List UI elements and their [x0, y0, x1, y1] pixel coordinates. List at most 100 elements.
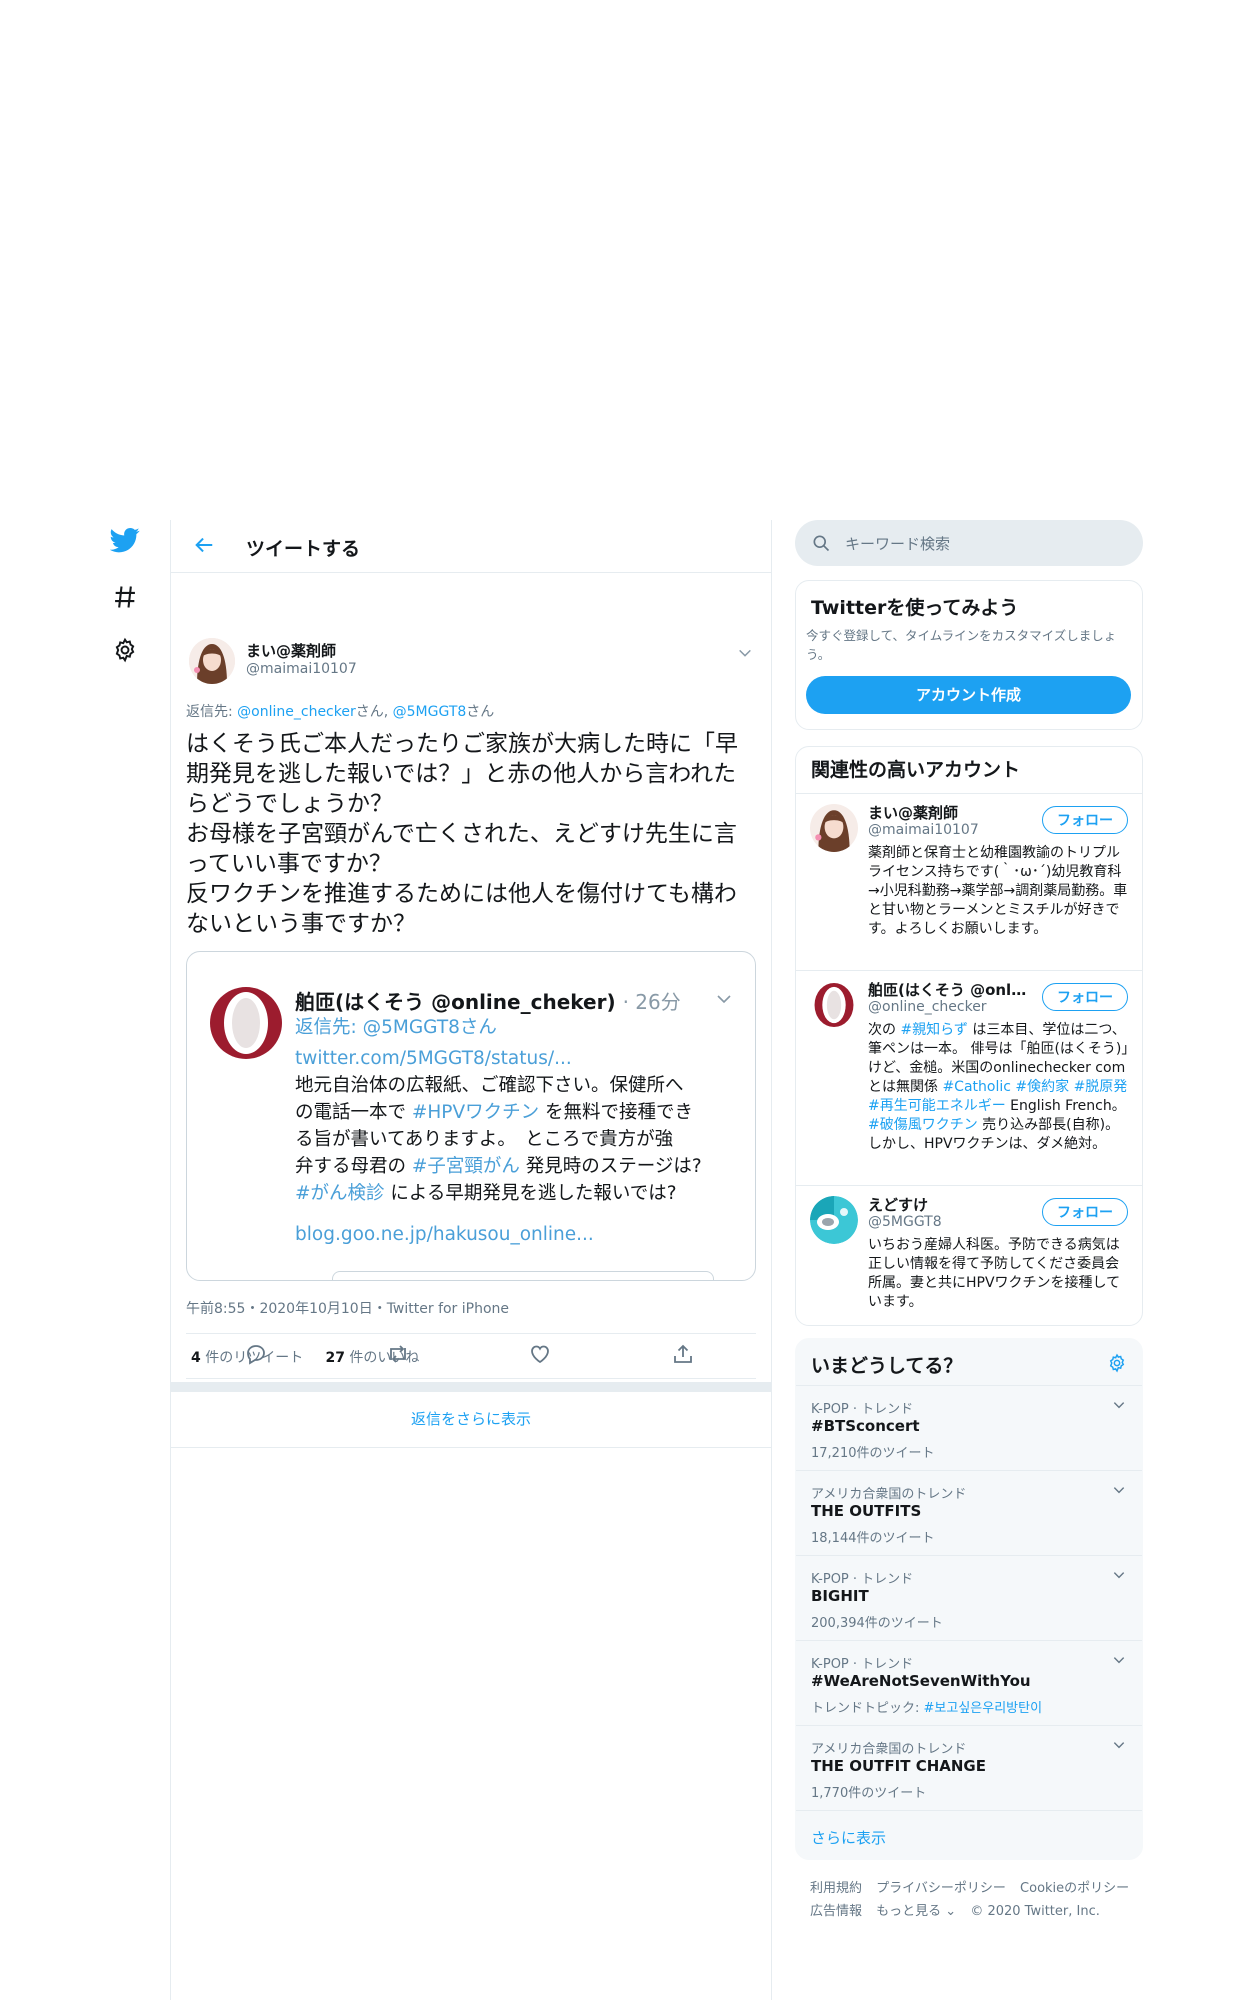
tweet-text-line: はくそう氏ご本人だったりご家族が大病した時に「早期発見を逃した報いでは？」と赤の…: [186, 731, 738, 817]
footer: 利用規約 プライバシーポリシー Cookieのポリシー 広告情報 もっと見る ⌄…: [810, 1877, 1140, 1923]
chevron-down-icon[interactable]: [737, 645, 753, 661]
retweet-icon[interactable]: [386, 1342, 410, 1366]
author-avatar[interactable]: [189, 638, 235, 684]
trend-stat: 18,144件のツイート: [811, 1531, 935, 1546]
divider: [186, 1378, 756, 1379]
trend-stat: 1,770件のツイート: [811, 1786, 927, 1801]
trend-item[interactable]: アメリカ合衆国のトレンド THE OUTFIT CHANGE 1,770件のツイ…: [796, 1726, 1142, 1811]
account-avatar[interactable]: [810, 981, 858, 1029]
signup-description: 今すぐ登録して、タイムラインをカスタマイズしましょう。: [806, 628, 1117, 662]
trend-context: K-POP · トレンド: [811, 1572, 914, 1587]
chevron-down-icon[interactable]: [1112, 1398, 1126, 1412]
quoted-author-name[interactable]: 舶匝(はくそう @online_cheker): [295, 990, 616, 1014]
trend-topic-link[interactable]: #보고싶은우리방탄이: [924, 1701, 1043, 1716]
page-header: ツイートする: [171, 520, 771, 573]
chevron-down-icon[interactable]: [715, 990, 733, 1008]
quoted-text: 返信先: @5MGGT8さん twitter.com/5MGGT8/status…: [295, 1014, 735, 1248]
trend-name[interactable]: #BTSconcert: [811, 1417, 920, 1435]
account-bio: 次の #親知らず は三本目、学位は二つ、筆ペンは一本。 俳号は「舶匝(はくそう)…: [868, 1022, 1129, 1152]
create-account-button[interactable]: アカウント作成: [806, 676, 1131, 714]
search-icon: [813, 535, 830, 552]
hashtag-link[interactable]: #HPVワクチン: [412, 1102, 539, 1123]
trend-item[interactable]: K-POP · トレンド BIGHIT 200,394件のツイート: [796, 1556, 1142, 1641]
quoted-link[interactable]: twitter.com/5MGGT8/status/...: [295, 1045, 735, 1072]
account-item[interactable]: まい@薬剤師 @maimai10107 フォロー 薬剤師と保育士と幼稚園教諭のト…: [796, 794, 1142, 971]
account-handle[interactable]: @online_checker: [868, 999, 987, 1015]
twitter-bird-icon[interactable]: [110, 525, 140, 555]
settings-gear-icon[interactable]: [112, 637, 138, 663]
trend-item[interactable]: K-POP · トレンド #WeAreNotSevenWithYou トレンドト…: [796, 1641, 1142, 1726]
trends-title: いまどうしてる？: [811, 1355, 963, 1377]
tweet-text-line: お母様を子宮頸がんで亡くされた、えどすけ先生に言っていい事ですか？: [186, 821, 737, 877]
left-nav: [105, 525, 155, 683]
trends-header: いまどうしてる？: [796, 1339, 1142, 1386]
quoted-text-line: 地元自治体の広報紙、ご確認下さい。保健所へ: [295, 1075, 684, 1096]
account-avatar[interactable]: [810, 1196, 858, 1244]
trend-name[interactable]: BIGHIT: [811, 1587, 869, 1605]
quoted-link[interactable]: blog.goo.ne.jp/hakusou_online...: [295, 1221, 735, 1248]
trend-stat: 17,210件のツイート: [811, 1446, 935, 1461]
reply-to-honorific: さん,: [355, 704, 393, 720]
account-bio: いちおう産婦人科医。予防できる病気は正しい情報を得て予防してくださ委員会所属。妻…: [868, 1237, 1121, 1310]
account-avatar[interactable]: [810, 804, 858, 852]
account-handle[interactable]: @maimai10107: [868, 822, 979, 838]
search-box[interactable]: キーワード検索: [795, 520, 1143, 566]
quoted-tweet[interactable]: 舶匝(はくそう @online_cheker) · 26分 返信先: @5MGG…: [186, 951, 756, 1281]
trend-name[interactable]: THE OUTFIT CHANGE: [811, 1757, 986, 1775]
footer-link-privacy[interactable]: プライバシーポリシー: [876, 1881, 1006, 1896]
back-arrow-icon[interactable]: [193, 534, 215, 556]
hashtag-link[interactable]: #子宮頸がん: [412, 1156, 520, 1177]
trend-stat: トレンドトピック: #보고싶은우리방탄이: [811, 1701, 1043, 1716]
quoted-card-edge: [332, 1271, 714, 1280]
footer-link-ads[interactable]: 広告情報: [810, 1904, 862, 1919]
page-title: ツイートする: [246, 538, 361, 560]
chevron-down-icon[interactable]: [1112, 1653, 1126, 1667]
share-icon[interactable]: [671, 1342, 695, 1366]
tweet-timestamp[interactable]: 午前8:55・2020年10月10日・Twitter for iPhone: [186, 1298, 509, 1318]
account-name[interactable]: 舶匝(はくそう @online_checker): [868, 979, 1028, 1000]
account-name[interactable]: まい@薬剤師: [868, 802, 1028, 823]
trends-card: いまどうしてる？ K-POP · トレンド #BTSconcert 17,210…: [795, 1338, 1143, 1860]
account-handle[interactable]: @5MGGT8: [868, 1214, 942, 1230]
hashtag-link[interactable]: #破傷風ワクチン: [868, 1117, 978, 1133]
quoted-text-line: の電話一本で #HPVワクチン を無料で接種でき: [295, 1102, 694, 1123]
show-more-replies-link[interactable]: 返信をさらに表示: [171, 1392, 771, 1448]
author-handle[interactable]: @maimai10107: [246, 661, 357, 677]
footer-link-terms[interactable]: 利用規約: [810, 1881, 862, 1896]
trend-name[interactable]: #WeAreNotSevenWithYou: [811, 1672, 1031, 1690]
account-item[interactable]: えどすけ @5MGGT8 フォロー いちおう産婦人科医。予防できる病気は正しい情…: [796, 1186, 1142, 1326]
quoted-reply-to[interactable]: 返信先: @5MGGT8さん: [295, 1014, 735, 1041]
follow-button[interactable]: フォロー: [1042, 806, 1128, 834]
follow-button[interactable]: フォロー: [1042, 983, 1128, 1011]
chevron-down-icon[interactable]: [1112, 1568, 1126, 1582]
chevron-down-icon[interactable]: [1112, 1483, 1126, 1497]
explore-hashtag-icon[interactable]: [111, 583, 139, 611]
related-accounts-card: 関連性の高いアカウント まい@薬剤師 @maimai10107 フォロー 薬剤師…: [795, 746, 1143, 1326]
tweet-text: はくそう氏ご本人だったりご家族が大病した時に「早期発見を逃した報いでは？」と赤の…: [186, 729, 751, 939]
footer-link-cookies[interactable]: Cookieのポリシー: [1020, 1881, 1129, 1896]
quoted-author-avatar[interactable]: [209, 986, 283, 1060]
chevron-down-icon[interactable]: [1112, 1738, 1126, 1752]
footer-link-more[interactable]: もっと見る ⌄: [876, 1904, 956, 1919]
trend-item[interactable]: アメリカ合衆国のトレンド THE OUTFITS 18,144件のツイート: [796, 1471, 1142, 1556]
trend-context: アメリカ合衆国のトレンド: [811, 1742, 967, 1757]
account-item[interactable]: 舶匝(はくそう @online_checker) @online_checker…: [796, 971, 1142, 1186]
reply-to-user-link[interactable]: @5MGGT8: [393, 704, 467, 720]
author-name[interactable]: まい@薬剤師: [246, 640, 336, 661]
reply-to-user-link[interactable]: @online_checker: [237, 704, 356, 720]
hashtag-link[interactable]: #がん検診: [295, 1183, 385, 1204]
search-input[interactable]: キーワード検索: [845, 533, 950, 554]
follow-button[interactable]: フォロー: [1042, 1198, 1128, 1226]
trend-context: K-POP · トレンド: [811, 1657, 914, 1672]
right-sidebar: キーワード検索 Twitterを使ってみよう 今すぐ登録して、タイムラインをカス…: [795, 520, 1143, 1919]
trend-item[interactable]: K-POP · トレンド #BTSconcert 17,210件のツイート: [796, 1386, 1142, 1471]
reply-icon[interactable]: [244, 1342, 268, 1366]
show-more-trends-link[interactable]: さらに表示: [811, 1827, 886, 1848]
related-accounts-title: 関連性の高いアカウント: [796, 747, 1142, 794]
like-heart-icon[interactable]: [528, 1342, 552, 1366]
settings-gear-icon[interactable]: [1107, 1353, 1127, 1373]
trend-name[interactable]: THE OUTFITS: [811, 1502, 921, 1520]
quoted-text-line: #がん検診 による早期発見を逃した報いでは?: [295, 1183, 677, 1204]
account-name[interactable]: えどすけ: [868, 1194, 1028, 1215]
hashtag-link[interactable]: #親知らず: [900, 1022, 967, 1038]
